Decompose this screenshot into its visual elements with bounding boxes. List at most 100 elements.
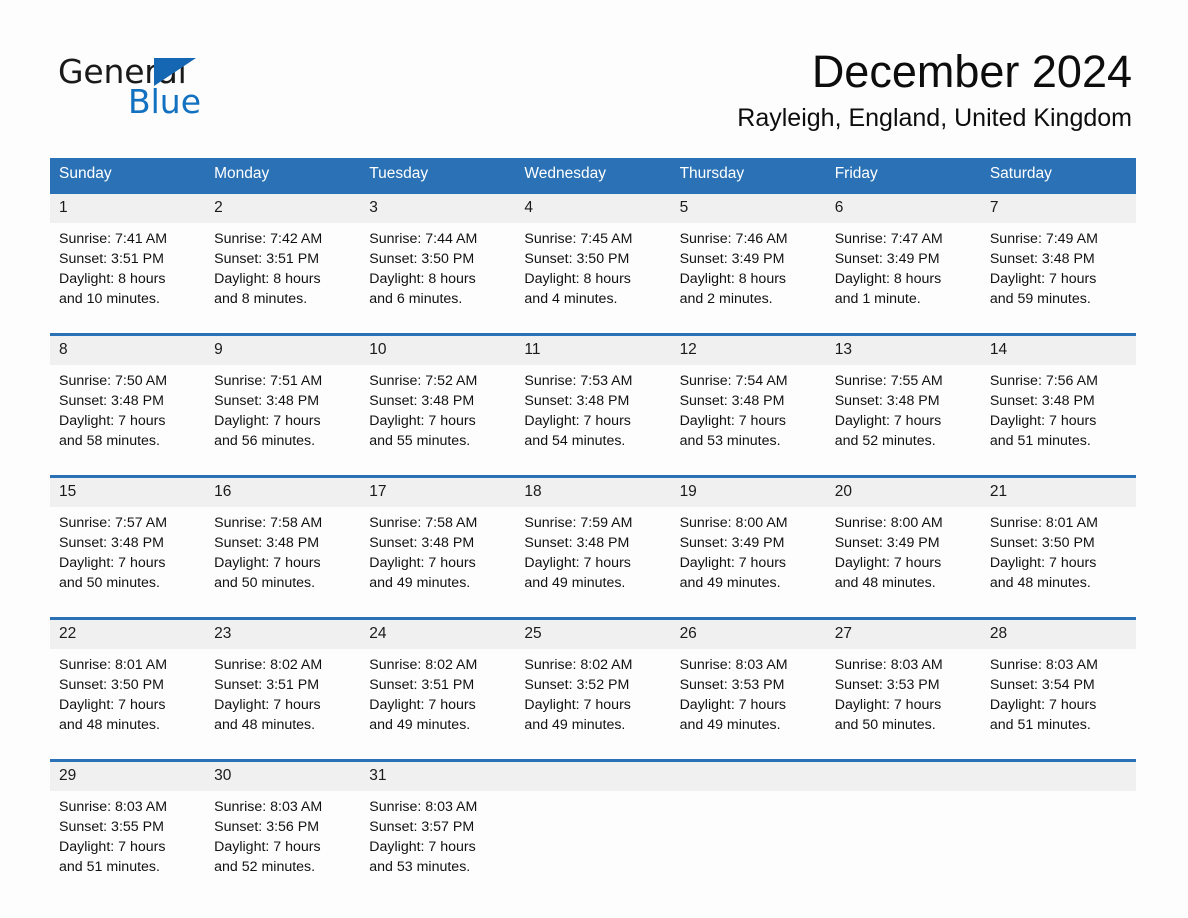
day-cell: Sunrise: 7:50 AM Sunset: 3:48 PM Dayligh… [50, 365, 206, 459]
day-number[interactable]: 1 [50, 191, 206, 223]
sunrise-text: Sunrise: 8:00 AM [679, 515, 788, 531]
daylight-text-line2: and 50 minutes. [59, 575, 160, 591]
daylight-text-line2: and 52 minutes. [834, 433, 936, 449]
title-block: December 2024 Rayleigh, England, United … [737, 48, 1132, 133]
day-number[interactable]: 22 [50, 617, 206, 649]
day-cell: Sunrise: 8:03 AM Sunset: 3:57 PM Dayligh… [360, 791, 516, 885]
logo-text-blue: Blue [128, 82, 202, 121]
daylight-text-line2: and 48 minutes. [214, 717, 316, 733]
day-number[interactable]: 30 [205, 759, 361, 791]
day-number[interactable]: 10 [360, 333, 516, 365]
day-number[interactable]: 27 [825, 617, 981, 649]
sunset-text: Sunset: 3:51 PM [214, 251, 320, 267]
daylight-text-line1: Daylight: 7 hours [59, 413, 166, 429]
sunset-text: Sunset: 3:48 PM [369, 535, 475, 551]
daylight-text-line1: Daylight: 7 hours [524, 413, 631, 429]
day-number[interactable]: 12 [670, 333, 826, 365]
week-daynum-row: 29 30 31 [50, 759, 1136, 791]
sunset-text: Sunset: 3:50 PM [989, 535, 1095, 551]
week-daynum-row: 8 9 10 11 12 13 14 [50, 333, 1136, 365]
sunset-text: Sunset: 3:48 PM [524, 393, 630, 409]
day-number[interactable]: 25 [515, 617, 671, 649]
day-number[interactable]: 7 [980, 191, 1136, 223]
sunrise-text: Sunrise: 8:03 AM [679, 657, 788, 673]
day-number[interactable]: 24 [360, 617, 516, 649]
daylight-text-line1: Daylight: 7 hours [524, 697, 631, 713]
day-number[interactable]: 14 [980, 333, 1136, 365]
daylight-text-line2: and 10 minutes. [59, 291, 160, 307]
sunrise-text: Sunrise: 8:03 AM [214, 799, 323, 815]
daylight-text-line2: and 56 minutes. [214, 433, 316, 449]
day-number[interactable]: 13 [825, 333, 981, 365]
day-number[interactable]: 6 [825, 191, 981, 223]
daylight-text-line2: and 49 minutes. [369, 575, 471, 591]
day-number[interactable]: 31 [360, 759, 516, 791]
sunrise-text: Sunrise: 8:01 AM [59, 657, 168, 673]
sunrise-text: Sunrise: 8:03 AM [369, 799, 478, 815]
sunrise-text: Sunrise: 7:51 AM [214, 373, 323, 389]
day-cell: Sunrise: 7:46 AM Sunset: 3:49 PM Dayligh… [670, 223, 826, 317]
day-number[interactable]: 18 [515, 475, 671, 507]
daylight-text-line2: and 53 minutes. [369, 859, 471, 875]
calendar-page: General Blue December 2024 Rayleigh, Eng… [0, 0, 1188, 918]
weekday-header-monday: Monday [205, 158, 361, 193]
day-number[interactable]: 4 [515, 191, 671, 223]
daylight-text-line1: Daylight: 7 hours [214, 555, 321, 571]
day-number[interactable]: 20 [825, 475, 981, 507]
day-number[interactable]: 3 [360, 191, 516, 223]
daylight-text-line2: and 51 minutes. [989, 717, 1091, 733]
day-cell: Sunrise: 7:41 AM Sunset: 3:51 PM Dayligh… [50, 223, 206, 317]
day-number-empty [825, 759, 981, 791]
day-number[interactable]: 23 [205, 617, 361, 649]
day-number[interactable]: 29 [50, 759, 206, 791]
daylight-text-line1: Daylight: 7 hours [369, 555, 476, 571]
general-blue-logo: General Blue [58, 55, 358, 135]
sunrise-text: Sunrise: 7:42 AM [214, 231, 323, 247]
daylight-text-line1: Daylight: 7 hours [369, 697, 476, 713]
day-number[interactable]: 16 [205, 475, 361, 507]
week-separator-cell [50, 601, 1136, 619]
week-separator [50, 743, 1136, 761]
day-cell: Sunrise: 8:03 AM Sunset: 3:55 PM Dayligh… [50, 791, 206, 885]
daylight-text-line1: Daylight: 7 hours [214, 413, 321, 429]
sunrise-text: Sunrise: 8:03 AM [834, 657, 943, 673]
week-info-row: Sunrise: 7:41 AM Sunset: 3:51 PM Dayligh… [50, 223, 1136, 317]
weekday-header-wednesday: Wednesday [515, 158, 671, 193]
daylight-text-line1: Daylight: 7 hours [989, 413, 1097, 429]
sunrise-text: Sunrise: 8:02 AM [524, 657, 633, 673]
daylight-text-line1: Daylight: 7 hours [59, 555, 166, 571]
sunset-text: Sunset: 3:48 PM [524, 535, 630, 551]
day-number[interactable]: 21 [980, 475, 1136, 507]
day-number[interactable]: 28 [980, 617, 1136, 649]
sunset-text: Sunset: 3:52 PM [524, 677, 630, 693]
sunset-text: Sunset: 3:53 PM [679, 677, 785, 693]
day-number[interactable]: 15 [50, 475, 206, 507]
daylight-text-line2: and 1 minute. [834, 291, 921, 307]
daylight-text-line1: Daylight: 8 hours [369, 271, 476, 287]
day-number[interactable]: 9 [205, 333, 361, 365]
weekday-header-sunday: Sunday [50, 158, 206, 193]
day-cell: Sunrise: 7:45 AM Sunset: 3:50 PM Dayligh… [515, 223, 671, 317]
week-info-row: Sunrise: 7:57 AM Sunset: 3:48 PM Dayligh… [50, 507, 1136, 601]
day-number[interactable]: 8 [50, 333, 206, 365]
sunset-text: Sunset: 3:49 PM [834, 535, 940, 551]
day-cell: Sunrise: 8:03 AM Sunset: 3:53 PM Dayligh… [670, 649, 826, 743]
daylight-text-line1: Daylight: 8 hours [59, 271, 166, 287]
day-number[interactable]: 11 [515, 333, 671, 365]
day-number[interactable]: 5 [670, 191, 826, 223]
daylight-text-line1: Daylight: 7 hours [679, 697, 787, 713]
page-title: December 2024 [811, 46, 1132, 97]
day-number[interactable]: 2 [205, 191, 361, 223]
sunset-text: Sunset: 3:48 PM [59, 535, 164, 551]
day-number[interactable]: 19 [670, 475, 826, 507]
sunset-text: Sunset: 3:57 PM [369, 819, 475, 835]
daylight-text-line2: and 49 minutes. [679, 717, 781, 733]
sunset-text: Sunset: 3:49 PM [834, 251, 940, 267]
sunset-text: Sunset: 3:50 PM [524, 251, 630, 267]
day-number[interactable]: 26 [670, 617, 826, 649]
daylight-text-line2: and 50 minutes. [834, 717, 936, 733]
day-cell: Sunrise: 7:59 AM Sunset: 3:48 PM Dayligh… [515, 507, 671, 601]
sunset-text: Sunset: 3:53 PM [834, 677, 940, 693]
daylight-text-line1: Daylight: 7 hours [369, 413, 476, 429]
day-number[interactable]: 17 [360, 475, 516, 507]
